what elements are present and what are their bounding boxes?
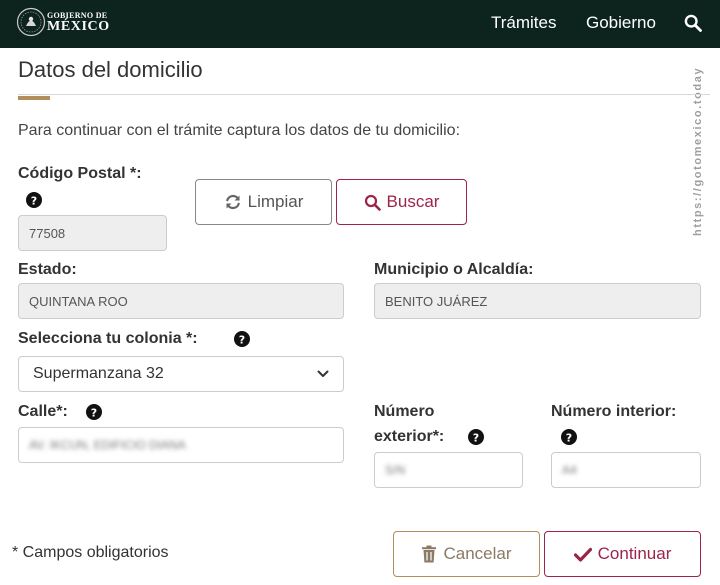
nav-link-gobierno[interactable]: Gobierno — [586, 13, 656, 33]
municipality-input: BENITO JUÁREZ — [374, 283, 701, 319]
continue-button-label: Continuar — [597, 544, 672, 563]
help-icon[interactable]: ? — [234, 331, 250, 347]
search-button[interactable]: Buscar — [336, 179, 467, 225]
trash-icon — [422, 545, 437, 563]
page-title: Datos del domicilio — [18, 57, 203, 82]
help-icon[interactable]: ? — [468, 429, 484, 445]
watermark-url: https://gotomexico.today — [692, 66, 704, 236]
title-accent-bar — [18, 96, 50, 100]
gobierno-de-mexico-logo[interactable]: GOBIERNO DE MÉXICO — [16, 7, 136, 37]
postal-code-input[interactable]: 77508 — [18, 215, 167, 251]
nav-link-tramites[interactable]: Trámites — [491, 13, 557, 33]
svg-text:?: ? — [31, 194, 37, 207]
colonia-select[interactable]: Supermanzana 32 — [18, 356, 344, 392]
ext-number-label-line1: Número — [374, 403, 435, 420]
top-navbar: GOBIERNO DE MÉXICO Trámites Gobierno — [0, 0, 720, 48]
cancel-button-label: Cancelar — [443, 544, 512, 563]
help-icon[interactable]: ? — [26, 192, 42, 208]
postal-code-value: 77508 — [29, 225, 66, 241]
int-number-input[interactable]: A4 — [551, 452, 701, 488]
int-number-value: A4 — [562, 463, 577, 477]
help-icon[interactable]: ? — [86, 404, 102, 420]
continue-button[interactable]: Continuar — [544, 531, 701, 577]
colonia-label: Selecciona tu colonia *: — [18, 330, 198, 347]
title-divider — [18, 94, 710, 95]
clear-button-label: Limpiar — [247, 192, 304, 211]
ext-number-value: S/N — [385, 463, 406, 477]
logo-text-bottom: MÉXICO — [47, 19, 110, 34]
int-number-label: Número interior: — [551, 403, 677, 420]
ext-number-input[interactable]: S/N — [374, 452, 523, 488]
municipality-value: BENITO JUÁREZ — [385, 293, 488, 309]
search-icon[interactable] — [684, 14, 702, 32]
cancel-button[interactable]: Cancelar — [393, 531, 540, 577]
refresh-icon — [225, 194, 240, 210]
svg-text:?: ? — [566, 431, 572, 444]
street-value: AV. IKCUN, EDIFICIO DIANA — [29, 438, 186, 452]
municipality-label: Municipio o Alcaldía: — [374, 261, 534, 278]
help-icon[interactable]: ? — [561, 429, 577, 445]
svg-text:?: ? — [239, 333, 245, 346]
national-seal-icon — [16, 7, 46, 37]
colonia-selected-value: Supermanzana 32 — [33, 365, 164, 382]
chevron-down-icon — [317, 370, 329, 377]
search-button-label: Buscar — [386, 192, 440, 211]
postal-code-label: Código Postal *: — [18, 165, 142, 182]
state-label: Estado: — [18, 261, 77, 278]
svg-text:?: ? — [473, 431, 479, 444]
street-label: Calle*: — [18, 403, 68, 420]
check-icon — [573, 547, 592, 562]
clear-button[interactable]: Limpiar — [195, 179, 332, 225]
state-input: QUINTANA ROO — [18, 283, 344, 319]
state-value: QUINTANA ROO — [29, 293, 128, 309]
required-fields-note: * Campos obligatorios — [12, 544, 169, 561]
svg-text:?: ? — [91, 406, 97, 419]
ext-number-label-line2: exterior*: — [374, 428, 445, 445]
street-input[interactable]: AV. IKCUN, EDIFICIO DIANA — [18, 427, 344, 463]
magnifier-icon — [364, 194, 381, 211]
intro-text: Para continuar con el trámite captura lo… — [18, 122, 461, 139]
